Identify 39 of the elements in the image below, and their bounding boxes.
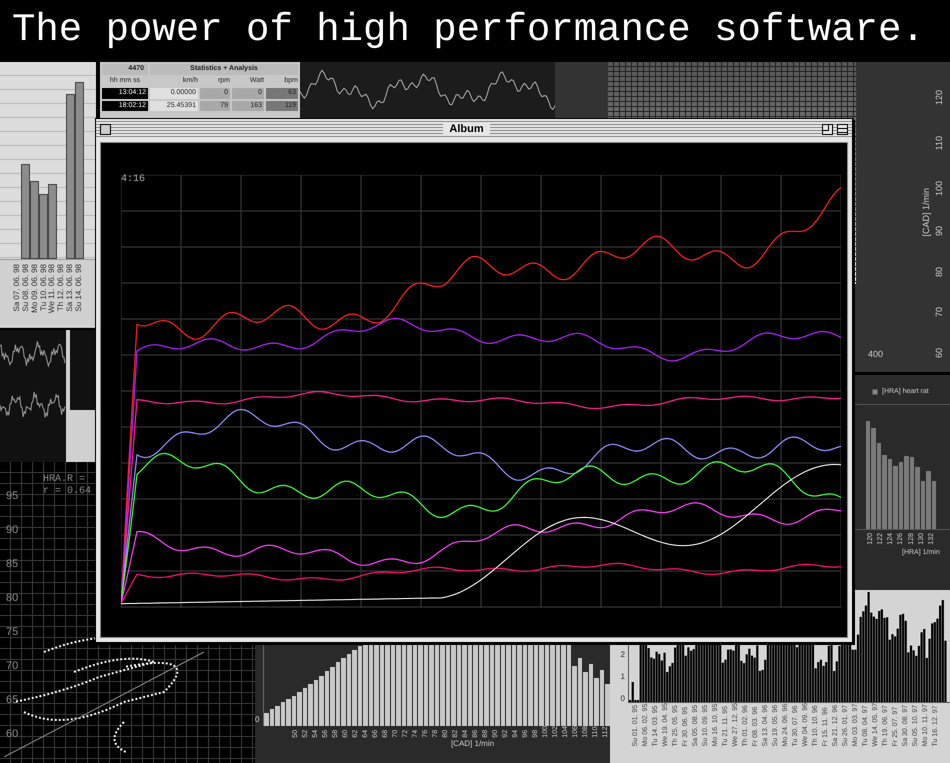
axis-label: 95 xyxy=(6,490,18,503)
date-label: Sa 07. 06. 98 xyxy=(13,264,22,312)
date-label: Mo 09. 06. 98 xyxy=(30,264,39,313)
date-label: We 11. 06. 98 xyxy=(48,264,56,314)
date-label: Sa 13. 06. 98 xyxy=(66,264,74,312)
axis-title: [CAD] 1/min xyxy=(450,738,494,750)
axis-label: 120 xyxy=(935,90,944,106)
legend-swatch-icon xyxy=(872,389,878,396)
axis-label: 0 xyxy=(620,694,625,703)
axis-label: 90 xyxy=(935,226,944,236)
date-label: Su 14. 06. 98 xyxy=(74,264,83,312)
zoom-button[interactable] xyxy=(822,124,834,134)
close-button[interactable] xyxy=(100,124,111,134)
axis-label: 2 xyxy=(620,650,625,659)
axis-label: 110 xyxy=(935,136,944,150)
axis-label: 75 xyxy=(6,626,18,639)
axis-title: [CAD] 1/min xyxy=(922,188,931,236)
axis-label: 60 xyxy=(935,348,944,358)
axis-label: 0 xyxy=(255,714,260,726)
axis-label: 90 xyxy=(6,524,18,537)
axis-label: 70 xyxy=(935,307,944,318)
correlation-label: r = 0.64 xyxy=(43,485,92,499)
axis-label: 100 xyxy=(935,180,944,196)
date-label: Th 12. 06. 98 xyxy=(57,264,66,312)
axis-label: 60 xyxy=(6,728,18,741)
time-label: 4:16 xyxy=(121,175,146,185)
date-label: Tu 10. 06. 98 xyxy=(40,264,48,311)
axis-label: 65 xyxy=(6,694,18,707)
date-label: Su 08. 06. 98 xyxy=(22,264,30,312)
axis-label: 1 xyxy=(620,672,625,681)
axis-label: 85 xyxy=(6,558,18,571)
window-title: Album xyxy=(443,124,490,134)
collapse-button[interactable] xyxy=(837,124,848,134)
axis-label: 70 xyxy=(6,660,18,673)
formula-label: HRA.R = xyxy=(43,473,86,486)
headline: The power of high performance software. xyxy=(12,10,925,50)
axis-label: 80 xyxy=(935,266,944,277)
axis-label: 80 xyxy=(6,592,18,605)
axis-label: 400 xyxy=(868,348,884,361)
